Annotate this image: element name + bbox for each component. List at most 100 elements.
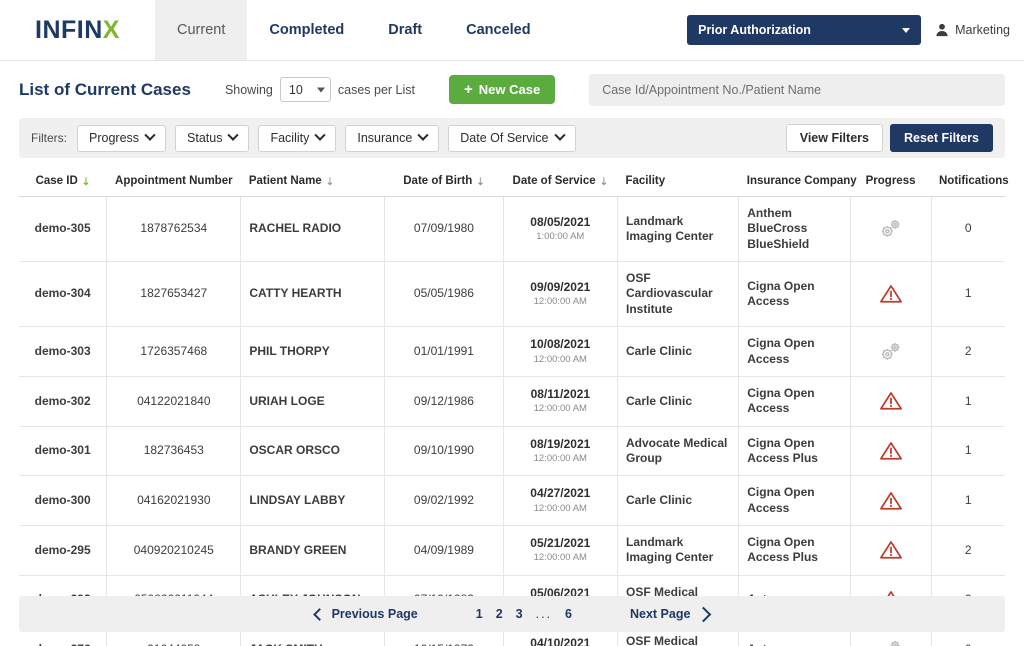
tab-draft[interactable]: Draft (366, 0, 444, 60)
filter-bar: Filters: Progress Status Facility Insura… (19, 118, 1005, 158)
user-icon (935, 23, 949, 37)
header-right-group: Prior Authorization Marketing (687, 0, 1024, 60)
column-header-patient-name-label: Patient Name (248, 175, 322, 187)
page-number-last[interactable]: 6 (565, 607, 572, 621)
table-row[interactable]: demo-301 182736453 OSCAR ORSCO 09/10/1990 08… (19, 426, 1005, 477)
column-header-case-id-label: Case ID (35, 175, 78, 187)
column-header-date-of-service[interactable]: Date of Service ⇣ (503, 170, 618, 197)
column-header-progress[interactable]: Progress (850, 170, 931, 197)
app-header: INFINX Current Completed Draft Canceled … (0, 0, 1024, 61)
warning-icon (859, 283, 923, 305)
column-header-insurance-company[interactable]: Insurance Company (738, 170, 857, 197)
tab-canceled[interactable]: Canceled (444, 0, 552, 60)
cases-table-head: Case ID ⇣ Appointment Number Patient Name… (19, 170, 1009, 197)
table-row[interactable]: demo-305 1878762534 RACHEL RADIO 07/09/1980… (19, 196, 1005, 263)
filter-status-label: Status (187, 131, 223, 145)
filter-date-of-service-dropdown[interactable]: Date Of Service (448, 124, 576, 152)
cell-insurance-company: Cigna Open Access (738, 261, 851, 328)
filter-insurance-dropdown[interactable]: Insurance (345, 124, 440, 152)
previous-page-button[interactable]: Previous Page (312, 607, 418, 621)
cell-patient-name: PHIL THORPY (240, 326, 385, 377)
table-row[interactable]: demo-302 04122021840 URIAH LOGE 09/12/1986 0… (19, 376, 1005, 427)
user-menu[interactable]: Marketing (935, 23, 1010, 37)
date-of-service-date: 08/11/2021 (530, 386, 590, 401)
cell-facility: Landmark Imaging Center (616, 196, 739, 263)
page-number-list: 1 2 3 ... 6 (476, 607, 572, 621)
reset-filters-button[interactable]: Reset Filters (889, 124, 993, 152)
chevron-down-icon (902, 27, 911, 33)
column-header-notifications[interactable]: Notifications (931, 170, 1009, 197)
tab-draft-label: Draft (388, 22, 423, 38)
cell-date-of-service: 08/11/2021 12:00:00 AM (502, 376, 618, 427)
next-page-button[interactable]: Next Page (630, 606, 712, 622)
date-of-service-date: 08/19/2021 (530, 436, 591, 451)
column-header-date-of-service-label: Date of Service (512, 175, 596, 187)
column-header-case-id[interactable]: Case ID ⇣ (19, 170, 107, 197)
page-number-1[interactable]: 1 (476, 607, 483, 621)
cell-patient-name: BRANDY GREEN (240, 525, 385, 576)
table-row[interactable]: demo-300 04162021930 LINDSAY LABBY 09/02/19… (19, 475, 1005, 527)
chevron-down-icon (417, 129, 429, 141)
chevron-down-icon (553, 129, 566, 141)
chevron-left-icon (312, 607, 326, 621)
date-of-service-time: 12:00:00 AM (533, 296, 587, 308)
warning-icon (859, 539, 923, 561)
cell-date-of-birth: 01/01/1991 (384, 326, 504, 377)
cell-insurance-company: Cigna Open Access (738, 475, 851, 527)
search-input[interactable] (589, 73, 1005, 106)
cell-date-of-service: 10/08/2021 12:00:00 AM (502, 326, 618, 377)
view-filters-button[interactable]: View Filters (785, 124, 883, 152)
cell-patient-name: LINDSAY LABBY (240, 475, 385, 527)
filter-progress-dropdown[interactable]: Progress (77, 124, 167, 152)
gears-icon (859, 341, 923, 363)
cell-appointment-number: 1726357468 (106, 326, 241, 377)
cell-case-id: demo-302 (19, 376, 107, 427)
cell-progress (849, 426, 931, 477)
cell-appointment-number: 04162021930 (106, 475, 241, 527)
logo-text: INFIN (35, 15, 103, 44)
filter-date-of-service-label: Date Of Service (460, 131, 549, 145)
cell-notifications: 2 (930, 326, 1005, 377)
cell-case-id: demo-304 (19, 261, 107, 328)
table-row[interactable]: demo-303 1726357468 PHIL THORPY 01/01/1991 1… (19, 326, 1005, 377)
chevron-down-icon (227, 129, 240, 141)
column-header-appointment-number[interactable]: Appointment Number (106, 170, 241, 197)
logo-accent-letter: X (102, 15, 120, 44)
cell-appointment-number: 040920210245 (106, 525, 241, 576)
cell-progress (849, 525, 931, 576)
column-header-insurance-company-label: Insurance Company (746, 175, 857, 187)
page-number-3[interactable]: 3 (516, 607, 523, 621)
sort-icon: ⇣ (476, 177, 485, 188)
cell-progress (849, 326, 931, 377)
cell-insurance-company: Cigna Open Access (738, 326, 851, 377)
filters-label: Filters: (31, 131, 67, 145)
date-of-service-time: 12:00:00 AM (533, 502, 587, 514)
cell-date-of-service: 08/05/2021 1:00:00 AM (502, 196, 618, 263)
tab-current[interactable]: Current (155, 0, 248, 60)
new-case-button[interactable]: + New Case (449, 75, 556, 104)
column-header-facility[interactable]: Facility (617, 170, 739, 197)
per-page-select[interactable]: 10 25 50 100 (279, 77, 331, 102)
date-of-service-time: 12:00:00 AM (533, 552, 587, 564)
column-header-date-of-birth[interactable]: Date of Birth ⇣ (384, 170, 504, 197)
plus-icon: + (464, 81, 473, 98)
filter-facility-dropdown[interactable]: Facility (258, 124, 337, 152)
cell-case-id: demo-303 (19, 326, 107, 377)
page-ellipsis: ... (535, 607, 553, 621)
module-select-dropdown[interactable]: Prior Authorization (687, 15, 922, 45)
previous-page-label: Previous Page (331, 607, 418, 621)
table-row[interactable]: demo-304 1827653427 CATTY HEARTH 05/05/1986… (19, 261, 1005, 328)
cell-facility: OSF Cardiovascular Institute (616, 261, 739, 328)
cell-progress (849, 376, 931, 427)
tab-completed[interactable]: Completed (247, 0, 366, 60)
cell-progress (849, 475, 931, 527)
cell-facility: Carle Clinic (616, 475, 739, 527)
cases-table: Case ID ⇣ Appointment Number Patient Name… (19, 170, 1009, 646)
cell-notifications: 0 (930, 196, 1005, 263)
page-number-2[interactable]: 2 (496, 607, 503, 621)
filter-status-dropdown[interactable]: Status (175, 124, 250, 152)
page-title: List of Current Cases (19, 79, 191, 99)
sort-ascending-icon: ⇣ (81, 177, 91, 188)
column-header-patient-name[interactable]: Patient Name ⇣ (240, 170, 385, 197)
table-row[interactable]: demo-295 040920210245 BRANDY GREEN 04/09/19… (19, 525, 1005, 576)
